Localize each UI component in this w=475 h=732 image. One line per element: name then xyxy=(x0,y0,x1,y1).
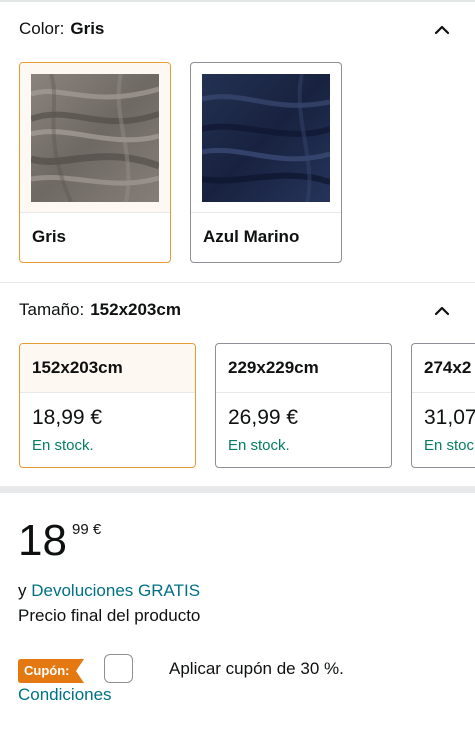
size-option-price: 31,07 xyxy=(424,406,475,429)
size-option-price: 18,99 € xyxy=(32,406,103,429)
price-whole: 18 xyxy=(18,516,67,565)
stock-status: En stoc xyxy=(424,437,475,454)
size-label-text: Tamaño: xyxy=(19,300,85,319)
returns-line: y Devoluciones GRATIS xyxy=(18,580,200,602)
color-label: Color: Gris xyxy=(19,14,104,44)
size-option-label: 229x229cm xyxy=(228,358,319,377)
top-divider xyxy=(0,0,475,2)
section-divider-thick xyxy=(0,486,475,493)
size-option-274[interactable]: 274x2 31,07 En stoc xyxy=(411,343,475,468)
size-section-header[interactable]: Tamaño: 152x203cm xyxy=(0,295,475,325)
coupon-badge-label: Cupón: xyxy=(24,663,70,678)
size-label: Tamaño: 152x203cm xyxy=(19,295,181,325)
coupon-conditions-link[interactable]: Condiciones xyxy=(18,684,112,706)
size-option-label: 152x203cm xyxy=(32,358,123,377)
color-selected-value: Gris xyxy=(70,19,105,38)
size-option-label: 274x2 xyxy=(424,358,472,377)
size-option-price: 26,99 € xyxy=(228,406,299,429)
free-returns-link[interactable]: Devoluciones GRATIS xyxy=(31,581,200,600)
returns-prefix: y xyxy=(18,581,32,600)
azul-marino-blanket-image xyxy=(201,73,331,203)
price-fraction: 99 € xyxy=(72,521,102,538)
product-price: 18 99 € xyxy=(18,516,101,566)
color-section-header[interactable]: Color: Gris xyxy=(0,14,475,44)
final-price-note: Precio final del producto xyxy=(18,606,201,625)
size-option-229x229[interactable]: 229x229cm 26,99 € En stock. xyxy=(215,343,392,468)
color-option-gris[interactable]: Gris xyxy=(19,62,171,263)
stock-status: En stock. xyxy=(32,437,94,454)
color-label-text: Color: xyxy=(19,19,65,38)
size-option-152x203[interactable]: 152x203cm 18,99 € En stock. xyxy=(19,343,196,468)
color-option-label: Gris xyxy=(32,227,67,246)
coupon-badge: Cupón: xyxy=(18,659,84,683)
coupon-description: Aplicar cupón de 30 %. xyxy=(169,659,344,678)
chevron-up-icon[interactable] xyxy=(435,23,449,37)
color-option-azul-marino[interactable]: Azul Marino xyxy=(190,62,342,263)
color-option-label: Azul Marino xyxy=(203,227,300,246)
coupon-checkbox[interactable] xyxy=(104,654,133,683)
stock-status: En stock. xyxy=(228,437,290,454)
section-divider xyxy=(0,282,475,283)
size-selected-value: 152x203cm xyxy=(90,300,181,319)
chevron-up-icon[interactable] xyxy=(435,304,449,318)
gris-blanket-image xyxy=(29,73,161,203)
